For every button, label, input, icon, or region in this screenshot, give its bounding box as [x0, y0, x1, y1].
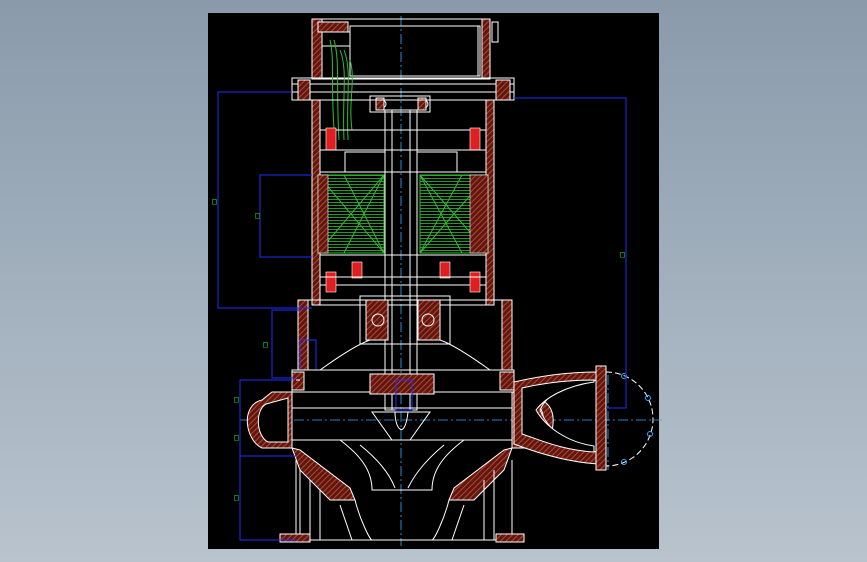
discharge-bolt-circle: [605, 371, 654, 467]
dim-text-1: □: [212, 197, 217, 206]
dim-text-2: □: [255, 211, 260, 220]
cad-viewport[interactable]: □ □ □ □ □ □ □: [0, 0, 867, 562]
dim-text-3: □: [263, 340, 268, 349]
dim-text-6: □: [234, 493, 239, 502]
suction-casing: [279, 447, 525, 543]
cable-cover: [311, 18, 499, 80]
dim-text-7: □: [620, 250, 625, 259]
discharge-elbow: [513, 365, 607, 471]
dim-text-5: □: [234, 433, 239, 442]
dim-text-4: □: [234, 395, 239, 404]
impeller: [339, 411, 465, 491]
upper-flange: [291, 77, 515, 113]
stator-windings: [317, 174, 489, 254]
pump-section-drawing: □ □ □ □ □ □ □: [212, 16, 662, 546]
power-cables: [329, 39, 353, 141]
pump-cover-plate: [291, 369, 515, 411]
oil-chamber: [297, 295, 513, 371]
